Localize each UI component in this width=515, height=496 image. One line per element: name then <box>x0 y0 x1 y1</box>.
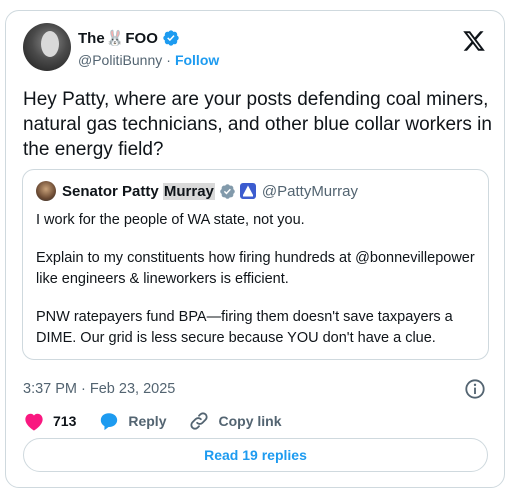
x-logo-icon[interactable] <box>462 29 486 53</box>
reply-bubble-icon <box>101 413 118 431</box>
quoted-tweet[interactable]: Senator Patty Murray @PattyMurray I work… <box>22 169 489 360</box>
info-icon[interactable] <box>464 378 486 400</box>
quoted-paragraph: PNW ratepayers fund BPA—firing them does… <box>36 309 453 346</box>
quoted-paragraph: Explain to my constituents how firing hu… <box>36 250 475 287</box>
follow-button[interactable]: Follow <box>175 52 219 68</box>
copy-link-label: Copy link <box>218 413 282 429</box>
quoted-name-highlight: Murray <box>162 182 215 200</box>
heart-icon <box>25 413 43 431</box>
quoted-author-handle: @PattyMurray <box>261 182 358 200</box>
like-count: 713 <box>53 413 77 429</box>
author-name-prefix: The <box>78 29 105 47</box>
tweet-text: Hey Patty, where are your posts defendin… <box>23 89 492 160</box>
quoted-tweet-text: I work for the people of WA state, not y… <box>36 210 481 366</box>
read-replies-button[interactable]: Read 19 replies <box>23 438 488 472</box>
tweet-timestamp[interactable]: 3:37 PM · Feb 23, 2025 <box>23 381 175 397</box>
like-button[interactable]: 713 <box>23 411 76 431</box>
quoted-author-avatar <box>36 181 56 201</box>
quoted-author-name: Senator Patty Murray <box>62 182 215 200</box>
author-avatar[interactable] <box>23 23 71 71</box>
quoted-author-row: Senator Patty Murray @PattyMurray <box>36 180 358 202</box>
verified-icon <box>163 30 179 46</box>
author-name[interactable]: The 🐰 FOO <box>78 27 180 49</box>
author-handle-row: @PolitiBunny · Follow <box>78 52 219 68</box>
quoted-paragraph: I work for the people of WA state, not y… <box>36 212 305 228</box>
tweet-card: The 🐰 FOO @PolitiBunny · Follow Hey Patt… <box>5 10 505 488</box>
separator-dot: · <box>166 52 171 68</box>
link-icon <box>190 412 209 430</box>
action-bar: 713 Reply Copy link <box>23 409 304 433</box>
reply-label: Reply <box>128 413 167 429</box>
author-name-suffix: FOO <box>125 29 158 47</box>
verified-icon <box>220 183 235 199</box>
author-handle[interactable]: @PolitiBunny <box>78 52 162 68</box>
reply-button[interactable]: Reply <box>98 411 166 431</box>
copy-link-button[interactable]: Copy link <box>188 410 282 432</box>
quoted-name-first: Senator Patty <box>62 182 159 200</box>
bunny-emoji: 🐰 <box>105 30 125 47</box>
government-badge-icon <box>239 183 256 199</box>
